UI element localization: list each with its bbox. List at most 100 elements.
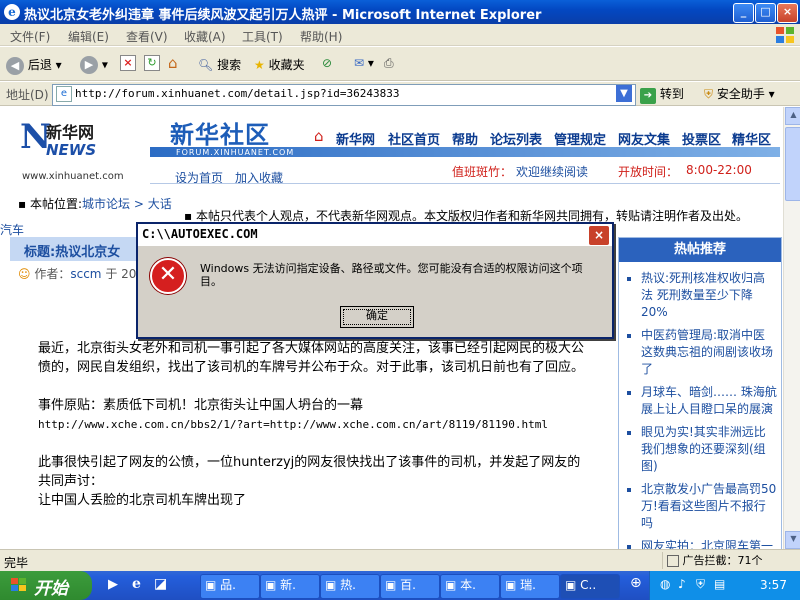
start-button[interactable]: 开始 <box>0 571 92 600</box>
print-icon[interactable]: ⎙ <box>384 56 394 71</box>
author-label: 作者： <box>34 267 71 281</box>
menu-file[interactable]: 文件(F) <box>10 28 50 45</box>
hot-post-item[interactable]: 眼见为实!其实非洲远比我们想象的还要深刻(组图) <box>641 424 777 475</box>
open-time-value: 8:00-22:00 <box>686 163 752 177</box>
tray-app-icon[interactable]: ▤ <box>714 577 725 591</box>
vertical-scrollbar[interactable]: ▲ ▼ <box>783 107 800 549</box>
search-button[interactable]: 🔍︎ 搜索 <box>198 56 241 73</box>
go-button[interactable]: ➔ 转到 <box>640 85 684 104</box>
taskbar-item[interactable]: ▣ 新. <box>260 574 320 599</box>
menu-tools[interactable]: 工具(T) <box>242 28 283 45</box>
hot-post-item[interactable]: 网友实拍：北京限车第一天 路面真实状况 <box>641 538 777 549</box>
tray-security-icon[interactable]: ⛨ <box>696 577 705 592</box>
hot-posts-list: 热议:死刑核准权收归高法 死刑数量至少下降20% 中医药管理局:取消中医这数典忘… <box>619 270 781 549</box>
back-button[interactable]: ◀ 后退 ▾ <box>6 56 62 75</box>
window-titlebar[interactable]: e 热议北京女老外纠违章 事件后续风波又起引万人热评 - Microsoft I… <box>0 0 800 24</box>
taskbar-item-active[interactable]: ▣ C.. <box>560 574 620 599</box>
taskbar-item[interactable]: ▣ 百. <box>380 574 440 599</box>
taskbar-item[interactable]: ▣ 热. <box>320 574 380 599</box>
refresh-icon[interactable]: ↻ <box>144 55 160 71</box>
mail-icon[interactable]: ✉ ▾ <box>354 56 374 70</box>
start-label: 开始 <box>34 579 68 599</box>
hot-post-item[interactable]: 北京散发小广告最高罚50万!看看这些图片不报行吗 <box>641 481 777 532</box>
error-dialog: C:\\AUTOEXEC.COM × ✕ Windows 无法访问指定设备、路径… <box>136 222 614 339</box>
smiley-icon: ☺ <box>18 267 31 281</box>
bullet-icon: ▪ <box>18 197 27 211</box>
breadcrumb-board[interactable]: 大话 <box>148 197 172 211</box>
forward-button[interactable]: ▶ ▾ <box>80 56 108 74</box>
xinhua-logo[interactable]: N 新华网 NEWS <box>20 117 135 167</box>
hot-post-item[interactable]: 热议:死刑核准权收归高法 死刑数量至少下降20% <box>641 270 777 321</box>
post-link[interactable]: http://www.xche.com.cn/bbs2/1/?art=http:… <box>38 415 586 434</box>
page-icon: e <box>56 86 72 102</box>
menu-help[interactable]: 帮助(H) <box>300 28 342 45</box>
ok-button[interactable]: 确定 <box>340 306 414 328</box>
nav-essence[interactable]: 精华区 <box>732 129 771 148</box>
nav-help[interactable]: 帮助 <box>452 129 478 148</box>
dialog-title: C:\\AUTOEXEC.COM <box>142 227 258 241</box>
taskbar-item[interactable]: ▣ 瑞. <box>500 574 560 599</box>
favorites-label: 收藏夹 <box>268 58 305 72</box>
ad-block-icon <box>667 555 679 567</box>
scroll-thumb[interactable] <box>785 127 800 201</box>
post-author[interactable]: sccm <box>70 267 101 281</box>
nav-collections[interactable]: 网友文集 <box>618 129 670 148</box>
left-link[interactable]: 汽车 <box>0 221 24 238</box>
tray-volume-icon[interactable]: ♪ <box>678 577 686 591</box>
hot-post-item[interactable]: 月球车、暗剑…… 珠海航展上让人目瞪口呆的展演 <box>641 384 777 418</box>
address-url: http://forum.xinhuanet.com/detail.jsp?id… <box>75 87 400 100</box>
status-text: 完毕 <box>4 554 29 571</box>
dialog-titlebar[interactable]: C:\\AUTOEXEC.COM × <box>138 224 612 246</box>
scroll-down-icon[interactable]: ▼ <box>785 531 800 549</box>
favorites-button[interactable]: ★ 收藏夹 <box>254 56 305 73</box>
go-arrow-icon: ➔ <box>640 88 656 104</box>
nav-vote[interactable]: 投票区 <box>682 129 721 148</box>
stop-icon[interactable]: × <box>120 55 136 71</box>
hot-posts-panel: 热帖推荐 热议:死刑核准权收归高法 死刑数量至少下降20% 中医药管理局:取消中… <box>618 237 782 549</box>
taskbar-item[interactable]: ▣ 本. <box>440 574 500 599</box>
error-icon: ✕ <box>150 258 186 294</box>
scroll-up-icon[interactable]: ▲ <box>785 107 800 125</box>
address-label: 地址(D) <box>6 88 49 102</box>
search-icon: 🔍︎ <box>198 58 214 72</box>
nav-community-home[interactable]: 社区首页 <box>388 129 440 148</box>
home-icon[interactable]: ⌂ <box>168 54 178 72</box>
dialog-message: Windows 无法访问指定设备、路径或文件。您可能没有合适的权限访问这个项目。 <box>200 262 583 288</box>
breadcrumb-label: 本帖位置: <box>29 197 83 211</box>
tray-clock[interactable]: 3:57 <box>760 578 787 592</box>
quicklaunch-ie-icon[interactable]: e <box>132 576 141 592</box>
dialog-close-button[interactable]: × <box>588 225 610 246</box>
address-dropdown-icon[interactable]: ▼ <box>616 85 632 102</box>
post-paragraph: 事件原贴：素质低下司机！北京街头让中国人坍台的一幕 <box>38 398 364 413</box>
security-assistant-button[interactable]: ⛨ 安全助手 ▾ <box>704 85 775 102</box>
quicklaunch-desktop-icon[interactable]: ◪ <box>154 576 167 592</box>
status-bar: 完毕 广告拦截：71个 <box>0 549 800 571</box>
forward-arrow-icon: ▶ <box>80 56 98 74</box>
nav-rules[interactable]: 管理规定 <box>554 129 606 148</box>
menu-favorites[interactable]: 收藏(A) <box>184 28 226 45</box>
windows-flag-icon <box>11 578 26 591</box>
close-button[interactable]: × <box>777 3 798 23</box>
menu-bar: 文件(F) 编辑(E) 查看(V) 收藏(A) 工具(T) 帮助(H) <box>0 24 800 46</box>
quicklaunch-media-icon[interactable]: ▶ <box>108 577 118 592</box>
minimize-button[interactable]: _ <box>733 3 754 23</box>
maximize-button[interactable]: □ <box>755 3 776 23</box>
ad-block-status[interactable]: 广告拦截：71个 <box>662 552 800 569</box>
taskbar-expand-icon[interactable]: ⊕ <box>630 575 642 591</box>
menu-view[interactable]: 查看(V) <box>126 28 168 45</box>
post-meta: ☺ 作者：sccm 于 200 <box>18 265 144 282</box>
post-paragraph: 让中国人丢脸的北京司机车牌出现了 <box>38 493 247 508</box>
breadcrumb-forum[interactable]: 城市论坛 <box>82 197 130 211</box>
taskbar-item[interactable]: ▣ 品. <box>200 574 260 599</box>
media-icon[interactable]: ⊘ <box>322 56 332 70</box>
nav-forum-list[interactable]: 论坛列表 <box>490 129 542 148</box>
post-paragraph: 最近，北京街头女老外和司机一事引起了各大媒体网站的高度关注，该事已经引起网民的极… <box>38 341 585 375</box>
logo-text: 新华网 <box>46 123 95 142</box>
taskbar: 开始 ▶ e ◪ ▣ 品. ▣ 新. ▣ 热. ▣ 百. ▣ 本. ▣ 瑞. ▣… <box>0 571 800 600</box>
menu-edit[interactable]: 编辑(E) <box>68 28 109 45</box>
nav-xinhuanet[interactable]: 新华网 <box>336 129 375 148</box>
address-input[interactable]: e http://forum.xinhuanet.com/detail.jsp?i… <box>52 84 636 106</box>
tray-network-icon[interactable]: ◍ <box>660 577 670 591</box>
hot-post-item[interactable]: 中医药管理局:取消中医这数典忘祖的闹剧该收场了 <box>641 327 777 378</box>
address-bar: 地址(D) e http://forum.xinhuanet.com/detail… <box>0 82 800 106</box>
